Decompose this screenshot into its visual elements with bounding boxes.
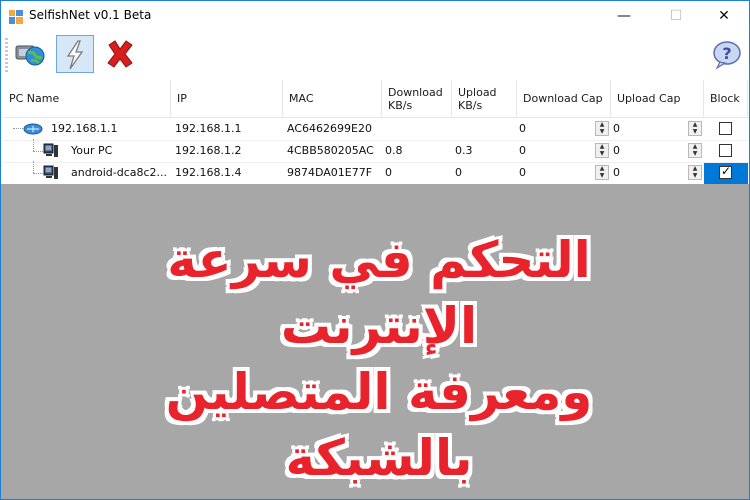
- minimize-button[interactable]: —: [601, 1, 647, 32]
- device-name: Your PC: [71, 144, 113, 157]
- help-question-icon: ?: [713, 41, 741, 70]
- router-icon: [23, 123, 43, 135]
- block-checkbox[interactable]: [719, 122, 732, 135]
- app-icon: [9, 9, 23, 24]
- upload-cap-input[interactable]: 0: [613, 163, 620, 184]
- download-cap-spinner[interactable]: ▲ ▼: [595, 143, 609, 158]
- close-button[interactable]: ✕: [701, 1, 747, 32]
- start-button[interactable]: [56, 35, 94, 73]
- download-cap-input[interactable]: 0: [519, 141, 526, 162]
- toolbar: ?: [1, 32, 749, 77]
- device-ip: 192.168.1.1: [175, 122, 242, 135]
- toolbar-grip[interactable]: [5, 38, 8, 72]
- arabic-caption: التحكم في سرعة الإنترنت ومعرفة المتصلين …: [69, 227, 689, 487]
- download-cap-input[interactable]: 0: [519, 163, 526, 184]
- column-header-pc-name[interactable]: PC Name: [3, 80, 171, 118]
- device-name: android-dca8c2...: [71, 166, 168, 179]
- column-header-download[interactable]: Download KB/s: [382, 80, 452, 118]
- device-ip: 192.168.1.2: [175, 144, 242, 157]
- app-window: SelfishNet v0.1 Beta — ☐ ✕ ? PC Name IP …: [0, 0, 750, 500]
- device-grid: PC Name IP MAC Download KB/s Upload KB/s D…: [3, 80, 748, 185]
- computer-icon: [43, 143, 58, 157]
- upload-cap-input[interactable]: 0: [613, 141, 620, 162]
- maximize-button[interactable]: ☐: [653, 1, 699, 32]
- red-x-icon: [107, 40, 133, 68]
- column-header-download-cap[interactable]: Download Cap: [517, 80, 611, 118]
- block-checkbox[interactable]: [719, 144, 732, 157]
- column-header-ip[interactable]: IP: [171, 80, 283, 118]
- upload-cap-spinner[interactable]: ▲ ▼: [688, 165, 702, 180]
- upload-cap-spinner[interactable]: ▲ ▼: [688, 143, 702, 158]
- column-header-mac[interactable]: MAC: [283, 80, 382, 118]
- title-bar[interactable]: SelfishNet v0.1 Beta — ☐ ✕: [1, 1, 749, 32]
- column-header-block[interactable]: Block: [704, 80, 748, 118]
- svg-text:?: ?: [722, 44, 731, 63]
- column-header-upload[interactable]: Upload KB/s: [452, 80, 517, 118]
- device-mac: AC6462699E20: [287, 122, 372, 135]
- column-header-upload-cap[interactable]: Upload Cap: [611, 80, 704, 118]
- upload-cap-input[interactable]: 0: [613, 119, 620, 140]
- block-checkbox-checked[interactable]: ✓: [719, 164, 732, 179]
- download-speed: 0.8: [385, 144, 403, 157]
- scan-network-button[interactable]: [11, 35, 49, 73]
- device-mac: 4CBB580205AC: [287, 144, 374, 157]
- caption-line-2: ومعرفة المتصلين بالشبكة: [165, 363, 593, 487]
- window-title: SelfishNet v0.1 Beta: [29, 8, 152, 22]
- download-cap-input[interactable]: 0: [519, 119, 526, 140]
- table-row[interactable]: Your PC 192.168.1.2 4CBB580205AC 0.8 0.3…: [3, 139, 748, 163]
- upload-cap-spinner[interactable]: ▲ ▼: [688, 121, 702, 136]
- grid-header: PC Name IP MAC Download KB/s Upload KB/s D…: [3, 80, 748, 118]
- network-globe-icon: [15, 45, 45, 66]
- download-speed: 0: [385, 166, 392, 179]
- upload-speed: 0.3: [455, 144, 473, 157]
- download-cap-spinner[interactable]: ▲ ▼: [595, 165, 609, 180]
- caption-line-1: التحكم في سرعة الإنترنت: [167, 231, 591, 355]
- device-ip: 192.168.1.4: [175, 166, 242, 179]
- check-icon: ✓: [721, 164, 732, 178]
- table-row[interactable]: android-dca8c2... 192.168.1.4 9874DA01E7…: [3, 161, 748, 185]
- download-cap-spinner[interactable]: ▲ ▼: [595, 121, 609, 136]
- stop-button[interactable]: [101, 35, 139, 73]
- table-row[interactable]: 192.168.1.1 192.168.1.1 AC6462699E20 0 ▲…: [3, 119, 748, 141]
- device-mac: 9874DA01E77F: [287, 166, 373, 179]
- lightning-icon: [66, 40, 84, 70]
- computer-icon: [43, 165, 58, 179]
- upload-speed: 0: [455, 166, 462, 179]
- device-name: 192.168.1.1: [51, 122, 118, 135]
- help-button[interactable]: ?: [711, 38, 743, 70]
